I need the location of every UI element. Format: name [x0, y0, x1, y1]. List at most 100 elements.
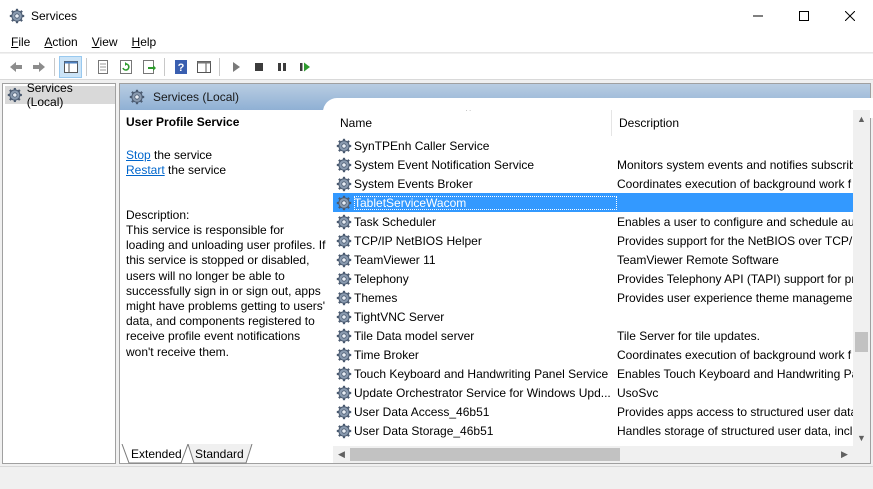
table-row[interactable]: System Events Broker Coordinates executio… — [333, 174, 855, 193]
menu-file[interactable]: File — [4, 35, 37, 49]
services-app-icon — [9, 7, 25, 24]
service-name: TCP/IP NetBIOS Helper — [354, 233, 482, 248]
scroll-left-arrow-icon[interactable]: ◀ — [333, 446, 350, 463]
service-name: User Data Access_46b51 — [354, 404, 490, 419]
services-main-pane: Services (Local) User Profile Service St… — [119, 83, 873, 464]
service-name: Task Scheduler — [354, 214, 437, 229]
pause-service-icon — [277, 62, 286, 71]
help-button[interactable]: ? — [169, 56, 192, 78]
service-name: TabletServiceWacom — [354, 195, 617, 210]
table-row[interactable]: User Data Access_46b51 Provides apps acce… — [333, 402, 855, 421]
show-hide-console-tree-button[interactable] — [59, 55, 82, 78]
scrollbar-corner — [853, 446, 870, 463]
scroll-right-arrow-icon[interactable]: ▶ — [836, 446, 853, 463]
service-description: Provides apps access to structured user … — [617, 404, 855, 419]
svg-text:?: ? — [177, 62, 184, 74]
menu-bar: File Action View Help — [0, 31, 873, 53]
start-service-button[interactable] — [224, 56, 247, 78]
table-row[interactable]: Task Scheduler Enables a user to configur… — [333, 212, 855, 231]
stop-service-button[interactable] — [247, 56, 270, 78]
column-header-description[interactable]: Description — [612, 110, 855, 136]
tree-item-services-local[interactable]: Services (Local) — [5, 81, 115, 109]
scroll-up-arrow-icon[interactable]: ▲ — [853, 110, 870, 127]
vertical-scrollbar[interactable]: ▲ ▼ — [853, 110, 870, 446]
toolbar: ? — [0, 54, 873, 80]
service-gear-icon — [336, 156, 352, 173]
column-header-name-label: Name — [340, 116, 373, 130]
title-bar: Services — [0, 0, 873, 31]
export-list-button[interactable] — [137, 56, 160, 78]
properties-icon — [97, 59, 108, 74]
service-name: Tile Data model server — [354, 328, 475, 343]
vertical-scroll-thumb[interactable] — [855, 332, 868, 352]
table-row[interactable]: SynTPEnh Caller Service — [333, 136, 855, 155]
toolbar-separator — [219, 57, 220, 76]
service-name: TightVNC Server — [354, 309, 445, 324]
toolbar-separator — [86, 57, 87, 76]
toolbar-separator — [164, 57, 165, 76]
refresh-button[interactable] — [114, 56, 137, 78]
column-header-name[interactable]: ^ Name — [333, 110, 612, 136]
service-gear-icon — [336, 137, 352, 154]
forward-arrow-icon — [32, 61, 45, 72]
table-row[interactable]: System Event Notification Service Monitor… — [333, 155, 855, 174]
service-name: System Event Notification Service — [354, 157, 535, 172]
pause-service-button[interactable] — [270, 56, 293, 78]
service-gear-icon — [336, 289, 352, 306]
tree-item-label: Services (Local) — [26, 81, 73, 109]
service-description: UsoSvc — [617, 385, 659, 400]
menu-action[interactable]: Action — [37, 35, 84, 49]
table-row[interactable]: TCP/IP NetBIOS Helper Provides support fo… — [333, 231, 855, 250]
maximize-button[interactable] — [781, 0, 827, 31]
table-row[interactable]: Time Broker Coordinates execution of back… — [333, 345, 855, 364]
service-description: Provides user experience theme managemen — [617, 290, 855, 305]
table-row[interactable]: Update Orchestrator Service for Windows … — [333, 383, 855, 402]
table-row[interactable]: TabletServiceWacom — [333, 193, 855, 212]
service-name: System Events Broker — [354, 176, 473, 191]
start-service-icon — [232, 61, 240, 72]
horizontal-scrollbar[interactable]: ◀ ▶ — [333, 446, 853, 463]
table-row[interactable]: TightVNC Server — [333, 307, 855, 326]
service-name: SynTPEnh Caller Service — [354, 138, 490, 153]
back-button[interactable] — [4, 56, 27, 78]
service-description: Coordinates execution of background work… — [617, 347, 852, 362]
tab-standard[interactable]: Standard — [189, 444, 250, 464]
tab-extended[interactable]: Extended — [125, 444, 188, 464]
service-description: Coordinates execution of background work… — [617, 176, 852, 191]
restart-service-link[interactable]: Restart — [126, 163, 165, 177]
table-row[interactable]: Telephony Provides Telephony API (TAPI) s… — [333, 269, 855, 288]
stop-service-link[interactable]: Stop — [126, 148, 151, 162]
table-row[interactable]: User Data Storage_46b51 Handles storage o… — [333, 421, 855, 440]
table-row[interactable]: Tile Data model server Tile Server for ti… — [333, 326, 855, 345]
service-name: Touch Keyboard and Handwriting Panel Ser… — [354, 366, 609, 381]
resume-service-button[interactable] — [293, 56, 316, 78]
show-hide-action-pane-icon — [196, 60, 211, 73]
close-button[interactable] — [827, 0, 873, 31]
service-name: User Data Storage_46b51 — [354, 423, 494, 438]
scroll-down-arrow-icon[interactable]: ▼ — [853, 429, 870, 446]
selected-service-title: User Profile Service — [126, 115, 240, 129]
forward-button[interactable] — [27, 56, 50, 78]
properties-button[interactable] — [91, 56, 114, 78]
refresh-icon — [119, 59, 132, 74]
horizontal-scroll-thumb[interactable] — [350, 448, 620, 461]
help-icon: ? — [174, 59, 187, 74]
minimize-icon — [753, 15, 763, 16]
minimize-button[interactable] — [735, 0, 781, 31]
service-rows: SynTPEnh Caller Service System Event Noti… — [333, 136, 855, 440]
show-hide-action-pane-button[interactable] — [192, 56, 215, 78]
service-gear-icon — [336, 384, 352, 401]
service-details-panel: User Profile Service Stop the service Re… — [126, 115, 326, 360]
table-row[interactable]: Themes Provides user experience theme man… — [333, 288, 855, 307]
export-list-icon — [142, 59, 156, 74]
menu-view[interactable]: View — [85, 35, 125, 49]
table-row[interactable]: Touch Keyboard and Handwriting Panel Ser… — [333, 364, 855, 383]
service-gear-icon — [336, 213, 352, 230]
service-gear-icon — [336, 232, 352, 249]
services-list: ^ Name Description SynTPEnh Caller Servi… — [333, 110, 870, 463]
service-gear-icon — [336, 175, 352, 192]
menu-help[interactable]: Help — [125, 35, 164, 49]
table-row[interactable]: TeamViewer 11 TeamViewer Remote Software — [333, 250, 855, 269]
stop-service-icon — [254, 62, 263, 71]
restart-action-line: Restart the service — [126, 163, 326, 178]
